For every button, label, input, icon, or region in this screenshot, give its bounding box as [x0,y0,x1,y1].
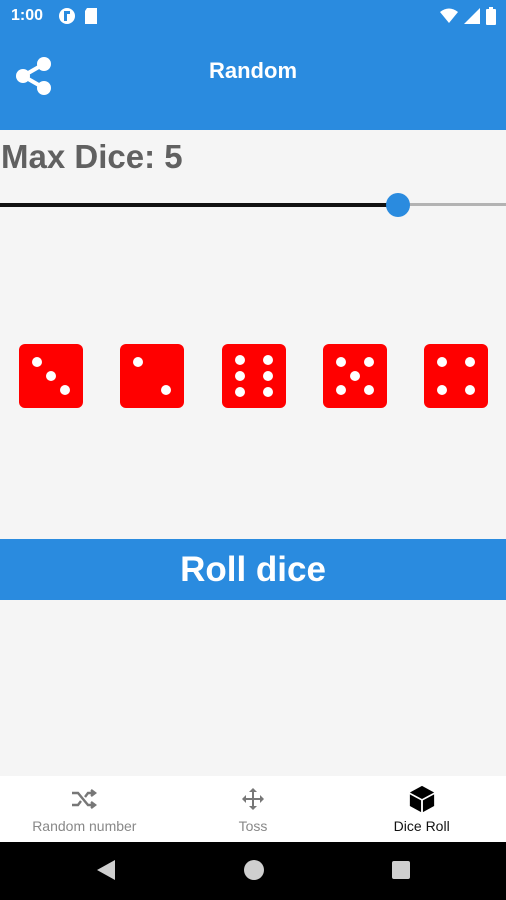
die-4 [323,344,387,408]
sd-card-icon [84,7,98,30]
die-3 [222,344,286,408]
recents-button[interactable] [389,860,413,884]
move-icon [239,785,267,813]
die-pip [31,356,42,367]
die-pip [465,385,476,396]
die-pip [436,356,447,367]
battery-icon [486,7,496,30]
die-pip [263,355,274,365]
nav-item-toss[interactable]: Toss [169,776,338,842]
die-pip [350,371,360,381]
notification-icon [58,7,76,30]
max-dice-label: Max Dice: 5 [1,138,183,175]
back-icon [96,859,116,886]
nav-item-dice-roll[interactable]: Dice Roll [337,776,506,842]
die-pip [234,387,245,397]
die-1 [19,344,83,408]
die-pip [263,371,274,381]
die-pip [436,385,447,396]
die-pip [364,356,375,367]
die-pip [335,356,346,367]
nav-label-toss: Toss [238,818,268,834]
app-bar: Random [0,32,506,130]
status-bar: 1:00 [0,0,506,32]
cube-icon [408,785,436,813]
app-title: Random [209,58,297,83]
die-pip [234,371,245,381]
die-pip [60,385,71,396]
die-pip [465,356,476,367]
shuffle-icon [70,785,98,813]
slider-fill [0,203,399,207]
die-pip [364,385,375,396]
system-navigation-bar [0,842,506,900]
die-2 [120,344,184,408]
bottom-navigation: Random number Toss Dice Roll [0,776,506,842]
slider-thumb[interactable] [386,193,411,217]
nav-item-random-number[interactable]: Random number [0,776,169,842]
die-pip [234,355,245,365]
max-dice-slider[interactable] [0,190,506,220]
die-pip [46,371,56,381]
home-icon [243,859,265,886]
home-button[interactable] [242,859,266,886]
back-button[interactable] [94,859,118,886]
die-pip [335,385,346,396]
wifi-icon [440,8,458,29]
roll-dice-button[interactable]: Roll dice [0,539,506,600]
die-pip [263,387,274,397]
die-pip [161,385,172,396]
nav-label-dice-roll: Dice Roll [393,818,450,834]
die-pip [132,356,143,367]
status-time: 1:00 [11,7,44,24]
signal-icon [464,8,480,29]
recents-icon [391,860,411,885]
nav-label-random-number: Random number [32,818,137,834]
dice-row [0,344,506,410]
die-5 [424,344,488,408]
